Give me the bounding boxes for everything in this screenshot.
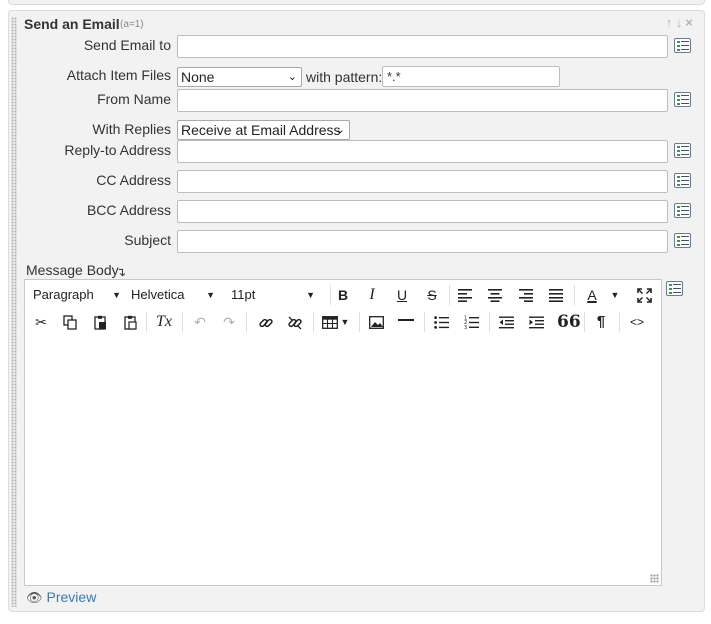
font-family-dropdown[interactable]: Helvetica ▼ — [131, 284, 215, 306]
align-center-icon[interactable] — [487, 288, 503, 302]
reply-to-label: Reply-to Address — [64, 142, 171, 158]
from-name-label: From Name — [97, 91, 171, 107]
copy-icon[interactable] — [63, 315, 78, 330]
caret-down-icon: ▼ — [306, 290, 315, 300]
undo-icon[interactable]: ↶ — [191, 311, 209, 333]
chevron-down-icon: ⌄ — [335, 124, 345, 136]
replies-select[interactable]: Receive at Email Address ⌄ — [177, 120, 350, 140]
paste-text-icon[interactable] — [123, 315, 138, 330]
fullscreen-icon[interactable] — [637, 288, 652, 303]
panel-subtitle: (a=1) — [120, 19, 144, 30]
subject-input[interactable] — [177, 230, 668, 253]
attach-label: Attach Item Files — [66, 67, 171, 83]
strikethrough-button[interactable]: S — [423, 284, 441, 306]
blockquote-icon[interactable]: 66 — [557, 311, 581, 333]
panel-actions: ↑ ↓ × — [664, 16, 694, 30]
table-icon[interactable] — [322, 316, 338, 329]
image-icon[interactable] — [369, 316, 384, 329]
horizontal-rule-icon[interactable] — [398, 319, 414, 321]
numbered-list-icon[interactable]: 123 — [464, 315, 479, 329]
variables-icon[interactable] — [674, 143, 691, 158]
arrow-down-icon: ↴ — [116, 265, 127, 279]
variables-icon[interactable] — [666, 281, 683, 296]
source-code-icon[interactable]: <> — [627, 311, 647, 333]
unlink-icon[interactable] — [287, 315, 303, 331]
variables-icon[interactable] — [674, 233, 691, 248]
bcc-label: BCC Address — [86, 202, 171, 218]
replies-label: With Replies — [92, 121, 171, 137]
paste-icon[interactable] — [93, 315, 108, 330]
clear-formatting-button[interactable]: Tx — [153, 311, 175, 333]
close-icon[interactable]: × — [684, 16, 694, 30]
chevron-down-icon: ⌄ — [287, 71, 297, 83]
attach-select[interactable]: None ⌄ — [177, 67, 302, 87]
variables-icon[interactable] — [674, 38, 691, 53]
cc-label: CC Address — [96, 172, 171, 188]
send-to-input[interactable] — [177, 35, 668, 58]
editor-content-area[interactable] — [25, 336, 661, 585]
rich-text-editor: Paragraph ▼ Helvetica ▼ 11pt ▼ B I U S A… — [24, 279, 662, 586]
outdent-icon[interactable] — [499, 316, 514, 329]
bullet-list-icon[interactable] — [434, 316, 449, 329]
subject-label: Subject — [124, 232, 171, 248]
align-justify-icon[interactable] — [548, 288, 564, 302]
editor-toolbar: Paragraph ▼ Helvetica ▼ 11pt ▼ B I U S A… — [25, 280, 661, 336]
block-format-value: Paragraph — [33, 287, 94, 302]
send-to-label: Send Email to — [83, 37, 171, 53]
move-down-icon[interactable]: ↓ — [674, 16, 684, 30]
previous-panel-edge — [8, 0, 705, 5]
eye-icon: 👁 — [26, 590, 43, 605]
attach-selected: None — [181, 69, 215, 85]
cut-icon[interactable]: ✂ — [32, 311, 50, 333]
move-up-icon[interactable]: ↑ — [664, 16, 674, 30]
from-name-input[interactable] — [177, 89, 668, 112]
preview-label: Preview — [46, 589, 97, 605]
align-right-icon[interactable] — [518, 288, 534, 302]
caret-down-icon: ▼ — [112, 290, 121, 300]
resize-handle[interactable] — [650, 574, 659, 583]
font-size-dropdown[interactable]: 11pt ▼ — [231, 284, 315, 306]
caret-down-icon[interactable]: ▼ — [610, 284, 620, 306]
indent-icon[interactable] — [529, 316, 544, 329]
variables-icon[interactable] — [674, 203, 691, 218]
font-size-value: 11pt — [231, 287, 256, 302]
send-email-panel: Send an Email (a=1) ↑ ↓ × Send Email to … — [8, 10, 705, 612]
redo-icon[interactable]: ↷ — [220, 311, 238, 333]
variables-icon[interactable] — [674, 173, 691, 188]
pilcrow-icon[interactable]: ¶ — [592, 311, 610, 333]
align-left-icon[interactable] — [457, 288, 473, 302]
link-icon[interactable] — [258, 315, 274, 331]
caret-down-icon[interactable]: ▼ — [340, 311, 350, 333]
italic-button[interactable]: I — [363, 284, 381, 306]
cc-input[interactable] — [177, 170, 668, 193]
caret-down-icon: ▼ — [206, 290, 215, 300]
text-color-button[interactable]: A — [583, 284, 601, 306]
reply-to-input[interactable] — [177, 140, 668, 163]
variables-icon[interactable] — [674, 92, 691, 107]
pattern-input[interactable]: *.* — [382, 66, 560, 87]
bold-button[interactable]: B — [334, 284, 352, 306]
message-body-label: Message Body — [26, 262, 119, 278]
block-format-dropdown[interactable]: Paragraph ▼ — [33, 284, 121, 306]
panel-title: Send an Email — [24, 16, 120, 32]
bcc-input[interactable] — [177, 200, 668, 223]
underline-button[interactable]: U — [393, 284, 411, 306]
preview-link[interactable]: 👁 Preview — [26, 589, 96, 606]
pattern-label: with pattern: — [306, 69, 383, 85]
replies-selected: Receive at Email Address — [181, 122, 341, 138]
font-family-value: Helvetica — [131, 287, 185, 302]
svg-text:3: 3 — [464, 325, 467, 329]
